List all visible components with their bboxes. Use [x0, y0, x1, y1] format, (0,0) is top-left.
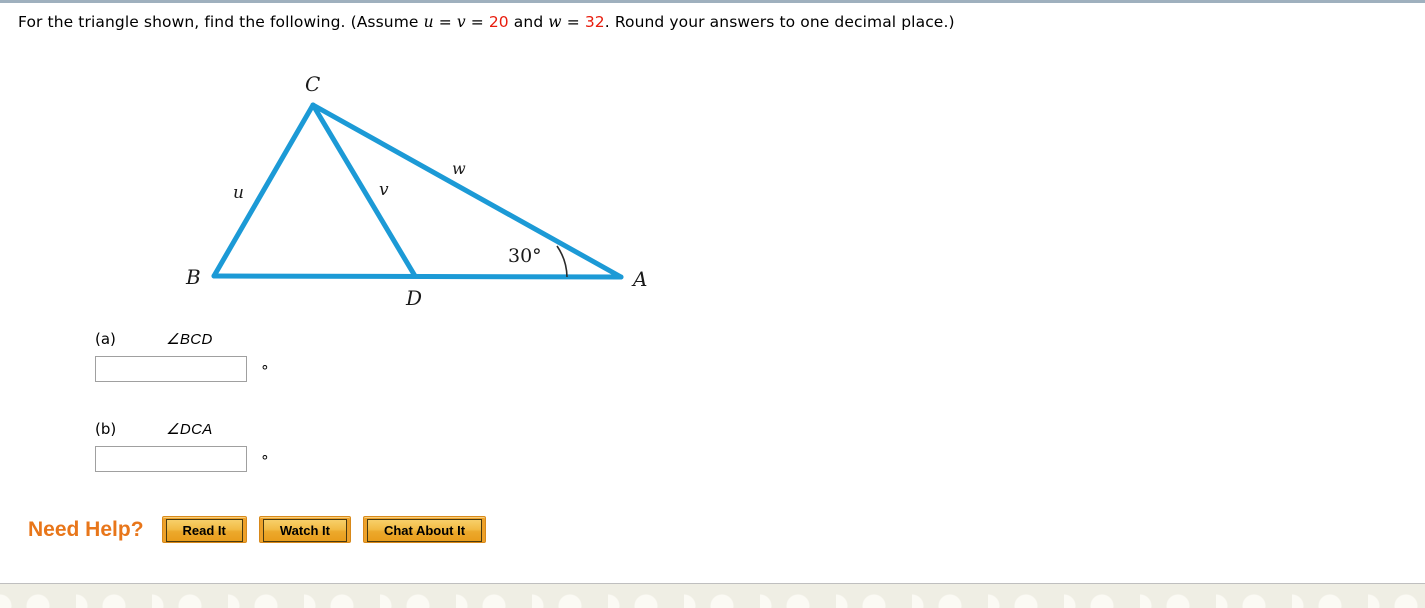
label-vertex-a: A — [631, 267, 647, 291]
triangle-diagram: B C D A u v w 30° — [185, 72, 647, 310]
value-w: 32 — [584, 13, 605, 31]
part-b-expression: ∠DCA — [166, 421, 213, 438]
label-side-w: w — [452, 159, 466, 178]
equals-1: = — [433, 13, 457, 31]
segment-ba — [211, 273, 624, 280]
read-it-button-label: Read It — [165, 519, 243, 542]
chat-about-it-button-label: Chat About It — [366, 519, 483, 542]
part-b-label: (b) — [95, 420, 117, 438]
part-a-answer-row: ° — [95, 356, 269, 382]
equals-3: = — [561, 13, 585, 31]
watch-it-button-label: Watch It — [262, 519, 347, 542]
conjunction: and — [508, 13, 549, 31]
label-vertex-b: B — [185, 265, 201, 289]
degree-symbol-b: ° — [261, 452, 269, 470]
degree-symbol-a: ° — [261, 362, 269, 380]
part-a-expression: ∠BCD — [166, 331, 213, 348]
label-angle-a: 30° — [508, 245, 542, 267]
part-b-answer-row: ° — [95, 446, 269, 472]
variable-u: u — [423, 13, 434, 31]
label-vertex-d: D — [405, 286, 422, 310]
segment-ca — [310, 102, 624, 280]
label-side-u: u — [233, 183, 244, 203]
segment-bc — [211, 102, 316, 279]
page-footer-strip — [0, 584, 1425, 608]
label-side-v: v — [379, 180, 389, 200]
question-suffix: . Round your answers to one decimal plac… — [604, 13, 955, 31]
value-uv: 20 — [488, 13, 509, 31]
top-divider — [0, 0, 1425, 3]
answer-input-dca[interactable] — [95, 446, 247, 472]
label-vertex-c: C — [305, 72, 320, 96]
need-help-label: Need Help? — [28, 517, 144, 541]
answer-input-bcd[interactable] — [95, 356, 247, 382]
answer-part-b: (b) ∠DCA ° — [0, 420, 700, 510]
watch-it-button[interactable]: Watch It — [258, 516, 351, 543]
answer-part-a: (a) ∠BCD ° — [0, 330, 700, 420]
question-prompt: For the triangle shown, find the followi… — [18, 11, 955, 33]
equals-2: = — [465, 13, 489, 31]
variable-w: w — [548, 13, 562, 31]
read-it-button[interactable]: Read It — [161, 516, 247, 543]
answers-section: (a) ∠BCD ° (b) ∠DCA ° — [0, 330, 700, 510]
part-a-label: (a) — [95, 330, 116, 348]
variable-v: v — [456, 13, 466, 31]
question-prefix: For the triangle shown, find the followi… — [18, 13, 424, 31]
chat-about-it-button[interactable]: Chat About It — [362, 516, 487, 543]
triangle-figure: B C D A u v w 30° — [0, 55, 720, 315]
need-help-section: Need Help? Read It Watch It Chat About I… — [28, 516, 498, 543]
angle-arc-a — [556, 245, 568, 278]
